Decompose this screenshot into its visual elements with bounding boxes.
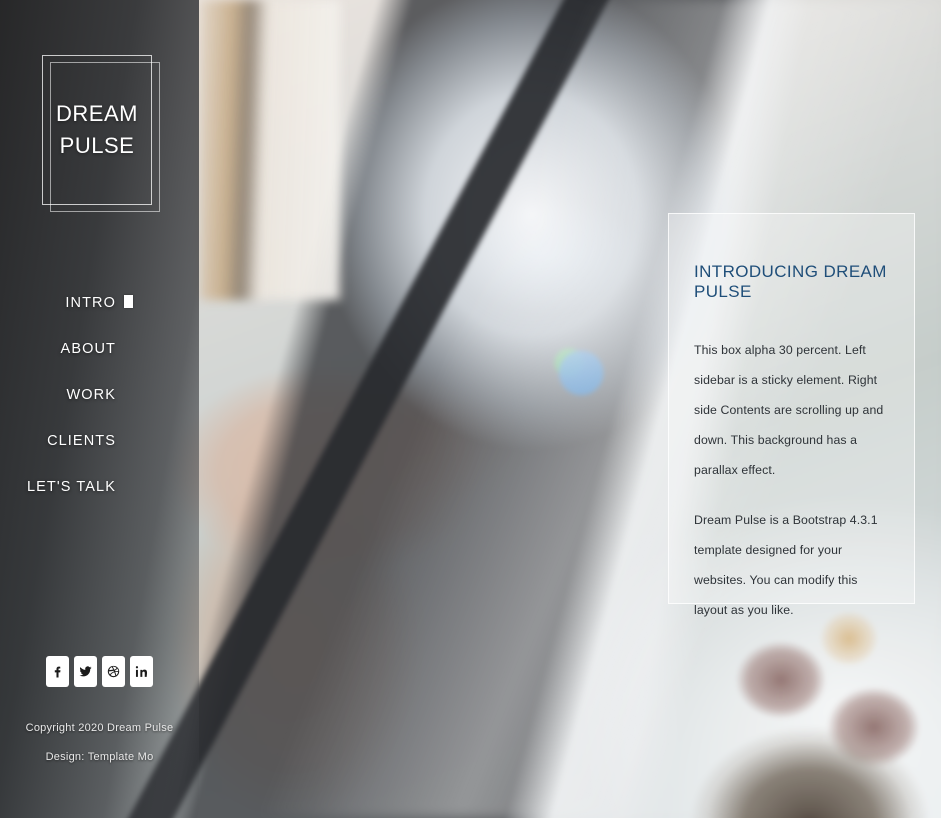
intro-paragraph-1: This box alpha 30 percent. Left sidebar … [694, 343, 884, 477]
sidebar-nav-lets-talk[interactable]: LET'S TALK [0, 474, 199, 520]
facebook-icon [54, 666, 61, 678]
sidebar: DREAM PULSE INTRO ABOUT WORK CLIENTS LET… [0, 0, 199, 818]
sidebar-nav-intro-label: INTRO [65, 295, 116, 311]
design-credit-text: Design: Template Mo [45, 751, 154, 763]
copyright-text: Copyright 2020 Dream Pulse [25, 722, 174, 734]
logo-text: DREAM PULSE [42, 55, 152, 205]
dribbble-icon [107, 665, 120, 678]
logo-line-2: PULSE [59, 133, 135, 158]
sidebar-nav-lets-talk-label: LET'S TALK [27, 479, 116, 495]
sidebar-nav: INTRO ABOUT WORK CLIENTS LET'S TALK [0, 290, 199, 520]
sidebar-nav-about[interactable]: ABOUT [0, 336, 199, 382]
intro-heading: INTRODUCING DREAM PULSE [694, 262, 887, 301]
sidebar-nav-work[interactable]: WORK [0, 382, 199, 428]
social-links [46, 656, 153, 687]
site-logo[interactable]: DREAM PULSE [42, 55, 160, 212]
intro-content-box: INTRODUCING DREAM PULSE This box alpha 3… [668, 213, 915, 617]
active-indicator-icon [124, 295, 133, 308]
sidebar-nav-about-label: ABOUT [60, 341, 116, 357]
twitter-icon [79, 666, 92, 677]
sidebar-nav-intro[interactable]: INTRO [0, 290, 199, 336]
sidebar-nav-work-label: WORK [66, 387, 116, 403]
social-link-dribbble[interactable] [102, 656, 125, 687]
linkedin-icon [135, 666, 148, 677]
sidebar-nav-clients-label: CLIENTS [47, 433, 116, 449]
social-link-facebook[interactable] [46, 656, 69, 687]
intro-paragraph-2: Dream Pulse is a Bootstrap 4.3.1 templat… [694, 513, 878, 617]
sidebar-footer: Copyright 2020 Dream Pulse Design: Templ… [0, 722, 199, 780]
social-link-linkedin[interactable] [130, 656, 153, 687]
sidebar-nav-clients[interactable]: CLIENTS [0, 428, 199, 474]
logo-line-1: DREAM [56, 101, 138, 127]
social-link-twitter[interactable] [74, 656, 97, 687]
page-root: DREAM PULSE INTRO ABOUT WORK CLIENTS LET… [0, 0, 941, 818]
